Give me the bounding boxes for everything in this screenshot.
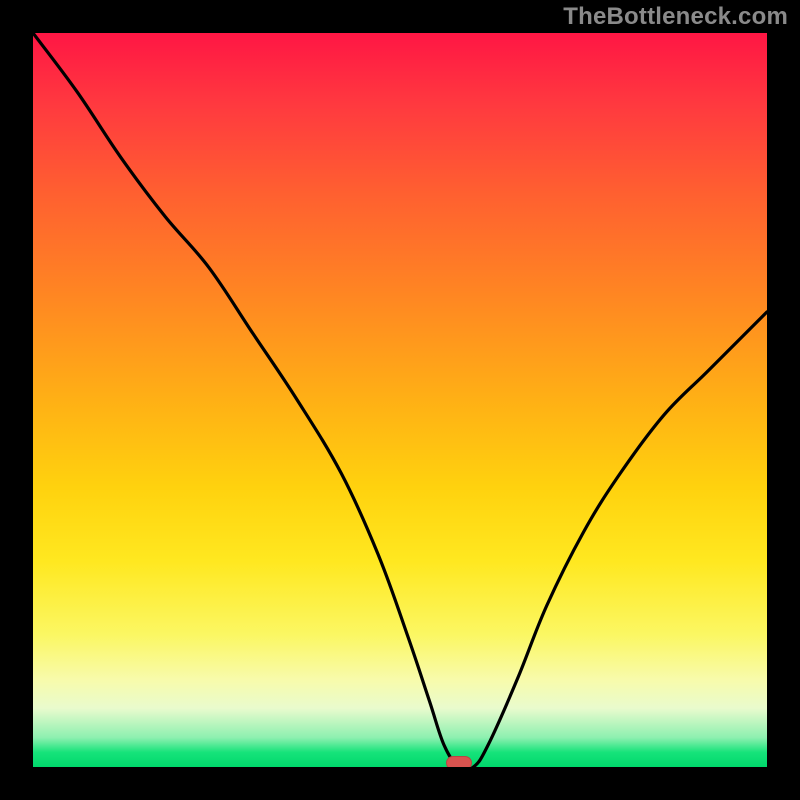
optimum-marker-icon [446,756,472,767]
plot-area [33,33,767,767]
bottleneck-curve [33,33,767,767]
chart-frame: TheBottleneck.com [0,0,800,800]
attribution-text: TheBottleneck.com [563,3,788,31]
curve-path [33,33,767,767]
